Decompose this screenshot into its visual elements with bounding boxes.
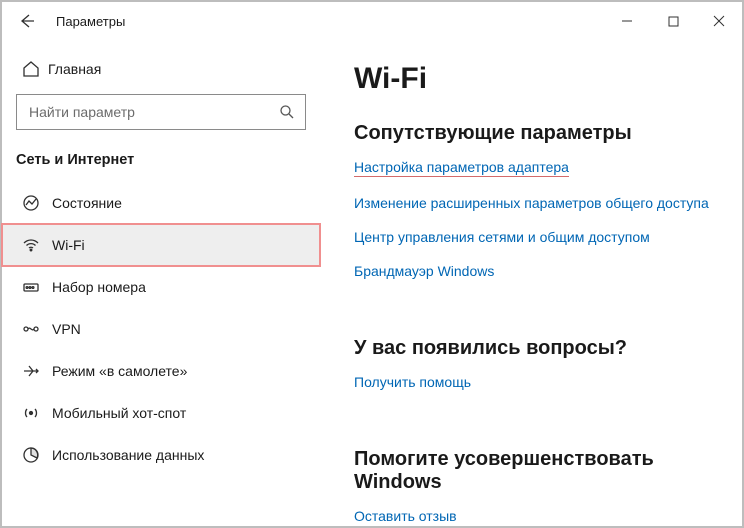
sidebar-item-label: Набор номера: [52, 279, 146, 295]
search-icon: [279, 104, 295, 120]
hotspot-icon: [22, 404, 52, 422]
minimize-button[interactable]: [604, 2, 650, 40]
feedback-links: Оставить отзыв: [354, 508, 730, 526]
home-icon: [22, 60, 48, 78]
related-links: Настройка параметров адаптера Изменение …: [354, 159, 730, 297]
sidebar-item-label: Состояние: [52, 195, 122, 211]
sidebar-item-label: Режим «в самолете»: [52, 363, 187, 379]
window-controls: [604, 2, 742, 40]
sidebar-item-label: Мобильный хот-спот: [52, 405, 186, 421]
close-button[interactable]: [696, 2, 742, 40]
home-label: Главная: [48, 61, 101, 77]
maximize-button[interactable]: [650, 2, 696, 40]
link-give-feedback[interactable]: Оставить отзыв: [354, 508, 457, 524]
home-button[interactable]: Главная: [2, 52, 320, 90]
link-windows-firewall[interactable]: Брандмауэр Windows: [354, 263, 494, 279]
sidebar-item-dialup[interactable]: Набор номера: [2, 266, 320, 308]
sidebar-item-label: Wi-Fi: [52, 237, 85, 253]
arrow-left-icon: [19, 13, 35, 29]
airplane-icon: [22, 362, 52, 380]
help-links: Получить помощь: [354, 374, 730, 408]
sidebar-item-airplane[interactable]: Режим «в самолете»: [2, 350, 320, 392]
content: Главная Сеть и Интернет Состояние: [2, 40, 742, 526]
sidebar: Главная Сеть и Интернет Состояние: [2, 40, 320, 526]
search-input[interactable]: [16, 94, 306, 130]
sidebar-item-label: VPN: [52, 321, 81, 337]
link-network-center[interactable]: Центр управления сетями и общим доступом: [354, 229, 650, 245]
sidebar-item-status[interactable]: Состояние: [2, 182, 320, 224]
link-get-help[interactable]: Получить помощь: [354, 374, 471, 390]
wifi-icon: [22, 236, 52, 254]
status-icon: [22, 194, 52, 212]
sidebar-item-vpn[interactable]: VPN: [2, 308, 320, 350]
back-button[interactable]: [16, 13, 38, 29]
nav-list: Состояние Wi-Fi Набор номера VPN: [2, 182, 320, 476]
link-advanced-sharing[interactable]: Изменение расширенных параметров общего …: [354, 195, 709, 211]
minimize-icon: [621, 15, 633, 27]
help-heading: У вас появились вопросы?: [354, 337, 730, 360]
vpn-icon: [22, 320, 52, 338]
data-usage-icon: [22, 446, 52, 464]
maximize-icon: [668, 16, 679, 27]
titlebar: Параметры: [2, 2, 742, 40]
page-title: Wi-Fi: [354, 62, 730, 96]
window-title: Параметры: [38, 14, 125, 29]
sidebar-item-data-usage[interactable]: Использование данных: [2, 434, 320, 476]
category-heading: Сеть и Интернет: [2, 130, 320, 178]
sidebar-item-wifi[interactable]: Wi-Fi: [2, 224, 320, 266]
dialup-icon: [22, 278, 52, 296]
related-heading: Сопутствующие параметры: [354, 122, 730, 145]
main-panel: Wi-Fi Сопутствующие параметры Настройка …: [320, 40, 742, 526]
close-icon: [713, 15, 725, 27]
feedback-heading: Помогите усовершенствовать Windows: [354, 448, 730, 494]
sidebar-item-label: Использование данных: [52, 447, 204, 463]
link-adapter-settings[interactable]: Настройка параметров адаптера: [354, 159, 569, 177]
sidebar-item-hotspot[interactable]: Мобильный хот-спот: [2, 392, 320, 434]
search-field[interactable]: [27, 103, 279, 121]
